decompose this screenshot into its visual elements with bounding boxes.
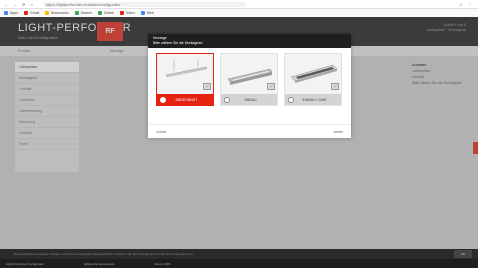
cookie-bar: Diese Website verwendet Cookies, um Ihne… — [0, 249, 478, 259]
bookmark-icon — [119, 11, 124, 15]
zoom-icon[interactable]: + — [203, 83, 211, 90]
bookmark-icon — [23, 11, 28, 15]
option-label: EINBAU / LINE — [302, 97, 327, 102]
option-card-surface[interactable]: + ANBAU — [220, 53, 278, 106]
back-button[interactable]: zurück — [156, 130, 166, 134]
forward-icon[interactable]: → — [13, 2, 17, 7]
bookmark-label: Video — [125, 11, 135, 15]
taskbar-middle: lightperformer.example — [84, 261, 115, 266]
bookmark-item[interactable]: Video — [119, 11, 135, 15]
option-card-pendant[interactable]: + ABGEHÄNGT — [156, 53, 214, 106]
dialog-subtitle: Bitte wählen Sie die Montageart — [153, 40, 203, 45]
menu-icon[interactable]: ⋮ — [468, 2, 472, 7]
taskbar: Light-Performer Konfigurator lightperfor… — [0, 259, 478, 268]
next-button[interactable]: weiter — [334, 130, 343, 134]
home-icon[interactable]: ⌂ — [30, 2, 32, 7]
zoom-icon[interactable]: + — [331, 83, 339, 90]
bookmark-item[interactable]: Gmail — [23, 11, 40, 15]
bookmark-item[interactable]: Web — [140, 11, 154, 15]
taskbar-right: Zoom 100% — [154, 261, 171, 266]
cookie-accept-button[interactable]: OK — [454, 250, 472, 258]
bookmark-label: Search — [80, 11, 92, 15]
dialog-header: Montage Bitte wählen Sie die Montageart — [148, 34, 351, 48]
option-cards: + ABGEHÄNGT + ANBAU + EINBAU / LINE — [148, 48, 351, 106]
taskbar-left[interactable]: Light-Performer Konfigurator — [6, 262, 44, 266]
radio-button[interactable] — [288, 96, 294, 103]
bookmark-icon — [45, 11, 50, 15]
bookmark-icon — [74, 11, 79, 15]
radio-button[interactable] — [224, 96, 230, 103]
option-footer: ABGEHÄNGT — [157, 94, 213, 105]
bookmark-item[interactable]: Search — [74, 11, 92, 15]
bookmark-item[interactable]: Bookmarks — [45, 11, 69, 15]
cookie-text: Diese Website verwendet Cookies, um Ihne… — [14, 252, 194, 256]
browser-toolbar: ← → ⟳ ⌂ https://lightperformer.example/c… — [0, 0, 478, 9]
bookmark-item[interactable]: Apps — [4, 11, 18, 15]
option-card-recessed[interactable]: + EINBAU / LINE — [284, 53, 342, 106]
zoom-icon[interactable]: + — [267, 83, 275, 90]
option-footer: ANBAU — [221, 94, 277, 105]
bookmark-icon — [4, 11, 8, 15]
bookmark-icon — [97, 11, 102, 15]
address-bar[interactable]: https://lightperformer.example/configura… — [42, 1, 246, 7]
bookmark-label: Bookmarks — [51, 11, 69, 15]
option-label: ABGEHÄNGT — [175, 97, 198, 102]
bookmark-star-icon[interactable]: ☆ — [459, 2, 463, 7]
bookmarks-bar: Apps Gmail Bookmarks Search Online Video… — [0, 9, 478, 17]
radio-button[interactable] — [160, 96, 166, 103]
bookmark-label: Apps — [10, 11, 18, 15]
option-label: ANBAU — [244, 97, 257, 102]
bookmark-icon — [140, 11, 145, 15]
dialog-footer: zurück weiter — [148, 124, 351, 138]
bookmark-label: Online — [103, 11, 114, 15]
back-icon[interactable]: ← — [4, 2, 8, 7]
bookmark-label: Gmail — [29, 11, 40, 15]
mounting-dialog: Montage Bitte wählen Sie die Montageart … — [148, 34, 351, 138]
bookmark-item[interactable]: Online — [97, 11, 114, 15]
option-footer: EINBAU / LINE — [285, 94, 341, 105]
reload-icon[interactable]: ⟳ — [22, 2, 25, 7]
browser-nav: ← → ⟳ ⌂ — [0, 2, 33, 7]
bookmark-label: Web — [146, 11, 154, 15]
browser-actions: ☆ ⋮ — [459, 2, 478, 7]
